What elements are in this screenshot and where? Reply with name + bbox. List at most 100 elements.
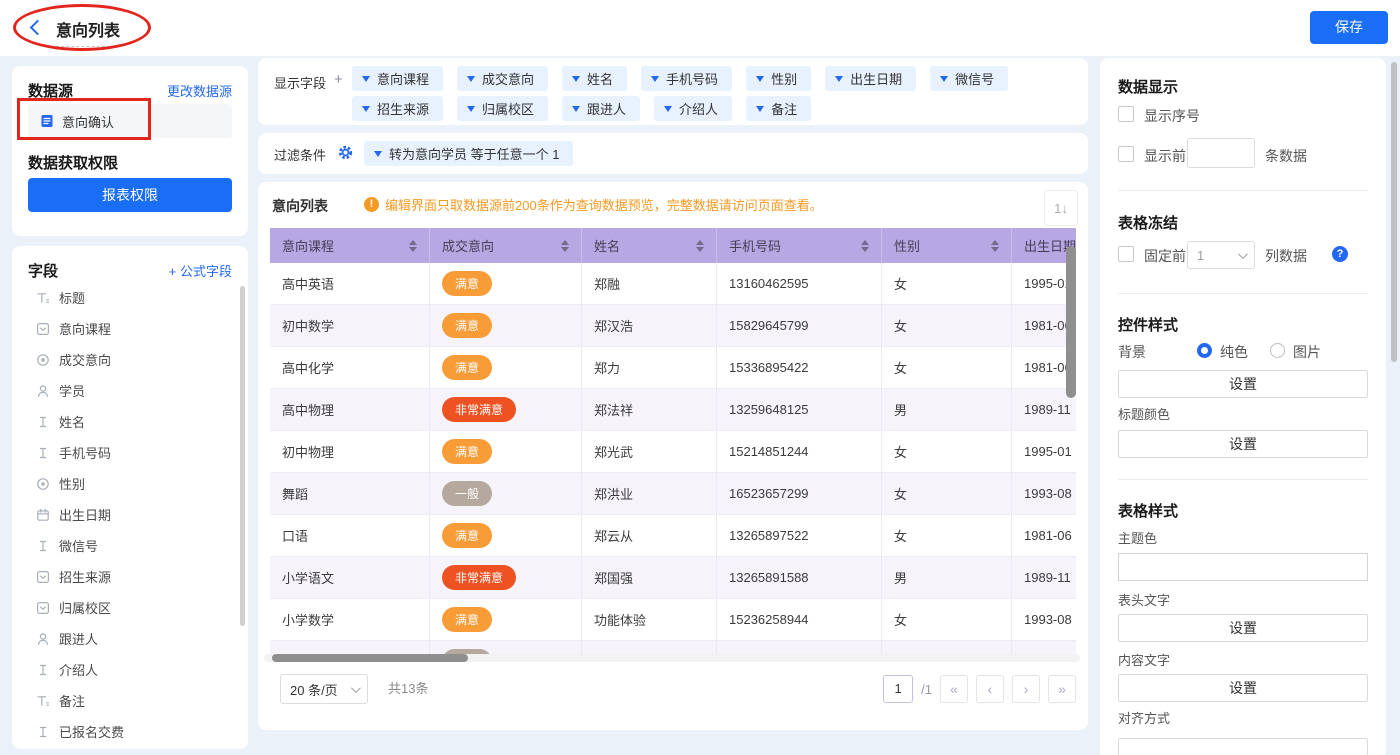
table-cell	[1012, 641, 1076, 655]
image-label: 图片	[1293, 342, 1321, 362]
display-field-tag[interactable]: 成交意向	[457, 66, 548, 91]
sort-icon[interactable]	[991, 240, 999, 252]
page-size-select[interactable]: 20 条/页	[280, 674, 368, 704]
table-cell: 女	[882, 599, 1012, 641]
field-item[interactable]: 意向课程	[28, 313, 234, 344]
field-item[interactable]: 成交意向	[28, 344, 234, 375]
field-item[interactable]: 介绍人	[28, 654, 234, 685]
add-display-field-button[interactable]: +	[334, 71, 343, 88]
field-item[interactable]: 已报名交费	[28, 716, 234, 747]
display-field-tag-label: 成交意向	[482, 69, 534, 88]
filter-condition-text: 转为意向学员 等于任意一个 1	[389, 144, 559, 163]
prev-page-button[interactable]: ‹	[976, 675, 1004, 703]
sort-icon[interactable]	[696, 240, 704, 252]
theme-color-swatch[interactable]	[1118, 553, 1368, 581]
table-row: 高中物理非常满意郑法祥13259648125男1989-11	[270, 389, 1076, 431]
back-icon[interactable]	[30, 20, 46, 36]
change-datasource-link[interactable]: 更改数据源	[167, 81, 232, 100]
display-field-tag[interactable]: 姓名	[562, 66, 627, 91]
table-cell: 13160462595	[717, 263, 882, 305]
table-cell: 高中化学	[270, 347, 430, 389]
display-field-tag[interactable]: 介绍人	[654, 96, 732, 121]
image-radio[interactable]	[1270, 343, 1285, 358]
display-field-tag[interactable]: 备注	[746, 96, 811, 121]
current-page-box[interactable]: 1	[883, 675, 913, 703]
field-item[interactable]: 跟进人	[28, 623, 234, 654]
fix-columns-select[interactable]: 1	[1187, 241, 1255, 269]
intent-badge: 满意	[442, 271, 492, 296]
field-item[interactable]: 学员	[28, 375, 234, 406]
field-item[interactable]: 手机号码	[28, 437, 234, 468]
scrollbar-thumb[interactable]	[272, 654, 468, 662]
display-field-tag[interactable]: 性别	[746, 66, 811, 91]
report-designer-page: 意向列表 保存 数据源 更改数据源 意向确认 数据获取权限 报表权限 字段 + …	[0, 0, 1400, 755]
fix-columns-checkbox[interactable]	[1118, 246, 1134, 262]
column-header[interactable]: 成交意向	[430, 228, 582, 263]
table-horizontal-scrollbar[interactable]	[264, 654, 1080, 662]
show-first-input[interactable]	[1187, 138, 1255, 168]
field-item-label: 性别	[59, 474, 85, 493]
table-cell: 初中物理	[270, 431, 430, 473]
display-field-tag[interactable]: 归属校区	[457, 96, 548, 121]
table-cell: 1993-08	[1012, 473, 1076, 515]
column-header-label: 姓名	[594, 236, 620, 255]
add-formula-field-link[interactable]: + 公式字段	[169, 261, 232, 280]
caret-down-icon	[664, 106, 672, 112]
solid-color-radio[interactable]	[1197, 343, 1212, 358]
filter-condition-tag[interactable]: 转为意向学员 等于任意一个 1	[364, 141, 573, 166]
sort-icon[interactable]	[561, 240, 569, 252]
table-row: 小学语文非常满意郑国强13265891588男1989-11	[270, 557, 1076, 599]
display-field-tag[interactable]: 意向课程	[352, 66, 443, 91]
display-field-tag[interactable]: 招生来源	[352, 96, 443, 121]
align-control-cutoff[interactable]	[1118, 738, 1368, 755]
first-page-button[interactable]: «	[940, 675, 968, 703]
column-header[interactable]: 手机号码	[717, 228, 882, 263]
gear-icon[interactable]	[338, 145, 353, 160]
show-index-checkbox[interactable]	[1118, 106, 1134, 122]
field-item-label: 姓名	[59, 412, 85, 431]
title-color-set-button[interactable]: 设置	[1118, 430, 1368, 458]
field-item-label: 标题	[59, 288, 85, 307]
display-field-tag[interactable]: 手机号码	[641, 66, 732, 91]
page-scrollbar[interactable]	[1391, 62, 1397, 362]
fields-scrollbar[interactable]	[240, 286, 245, 626]
next-page-button[interactable]: ›	[1012, 675, 1040, 703]
table-cell: 16523657299	[717, 473, 882, 515]
sort-icon[interactable]	[409, 240, 417, 252]
sort-order-tool[interactable]: 1↓	[1044, 190, 1078, 226]
field-item[interactable]: 标题	[28, 282, 234, 313]
save-button[interactable]: 保存	[1310, 11, 1388, 44]
content-text-set-button[interactable]: 设置	[1118, 674, 1368, 702]
datasource-item[interactable]: 意向确认	[28, 104, 232, 138]
field-item[interactable]: 出生日期	[28, 499, 234, 530]
intent-badge: 满意	[442, 355, 492, 380]
field-item[interactable]: 姓名	[28, 406, 234, 437]
intent-cell: 一般	[430, 641, 582, 655]
column-header-label: 成交意向	[442, 236, 494, 255]
background-set-button[interactable]: 设置	[1118, 370, 1368, 398]
show-first-checkbox[interactable]	[1118, 146, 1134, 162]
warning-text: 编辑界面只取数据源前200条作为查询数据预览，完整数据请访问页面查看。	[385, 195, 823, 214]
display-field-tag[interactable]: 微信号	[930, 66, 1008, 91]
help-icon[interactable]: ?	[1332, 246, 1348, 262]
datasource-item-label: 意向确认	[62, 112, 114, 131]
table-cell: 男	[882, 389, 1012, 431]
last-page-button[interactable]: »	[1048, 675, 1076, 703]
table-vertical-scrollbar[interactable]	[1066, 246, 1076, 398]
column-header[interactable]: 姓名	[582, 228, 717, 263]
display-field-tag[interactable]: 跟进人	[562, 96, 640, 121]
field-item[interactable]: 招生来源	[28, 561, 234, 592]
field-item[interactable]: 备注	[28, 685, 234, 716]
field-item[interactable]: 微信号	[28, 530, 234, 561]
field-item[interactable]: 性别	[28, 468, 234, 499]
preview-table: 意向课程成交意向姓名手机号码性别出生日期 高中英语满意郑融13160462595…	[270, 228, 1076, 655]
intent-cell: 一般	[430, 473, 582, 515]
table-cell: 郑融	[582, 263, 717, 305]
column-header[interactable]: 性别	[882, 228, 1012, 263]
field-item[interactable]: 归属校区	[28, 592, 234, 623]
column-header[interactable]: 意向课程	[270, 228, 430, 263]
report-permission-button[interactable]: 报表权限	[28, 178, 232, 212]
sort-icon[interactable]	[861, 240, 869, 252]
header-text-set-button[interactable]: 设置	[1118, 614, 1368, 642]
display-field-tag[interactable]: 出生日期	[825, 66, 916, 91]
